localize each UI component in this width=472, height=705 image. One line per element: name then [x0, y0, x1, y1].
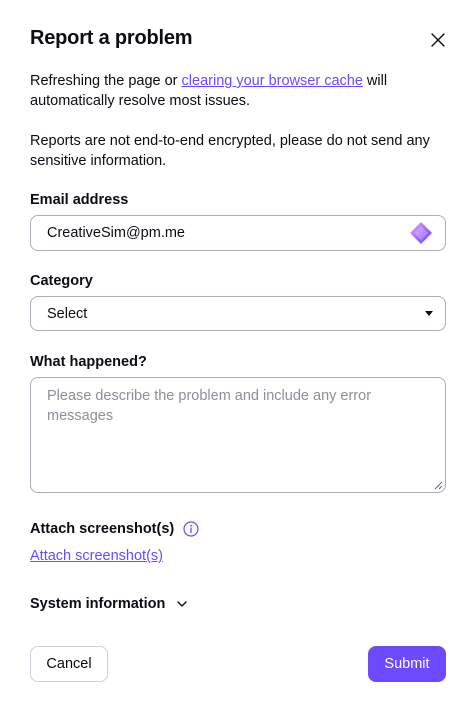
- category-select[interactable]: Select: [30, 296, 446, 331]
- email-value: CreativeSim@pm.me: [47, 225, 185, 241]
- attach-screenshots-link[interactable]: Attach screenshot(s): [30, 548, 163, 564]
- report-problem-dialog: Report a problem Refreshing the page or …: [0, 0, 472, 705]
- system-information-toggle[interactable]: System information: [30, 596, 189, 612]
- chevron-down-icon: [175, 597, 189, 611]
- system-information-label: System information: [30, 596, 166, 612]
- encryption-note: Reports are not end-to-end encrypted, pl…: [30, 133, 430, 169]
- submit-button[interactable]: Submit: [368, 646, 446, 682]
- attach-screenshots-label: Attach screenshot(s): [30, 521, 175, 537]
- clear-cache-link[interactable]: clearing your browser cache: [182, 73, 363, 89]
- category-label: Category: [30, 273, 93, 289]
- refresh-hint-text: Refreshing the page or: [30, 73, 182, 89]
- email-field[interactable]: CreativeSim@pm.me: [30, 215, 446, 251]
- close-icon: [431, 33, 445, 47]
- close-button[interactable]: [426, 28, 450, 52]
- caret-down-icon: [425, 311, 433, 316]
- description-placeholder: Please describe the problem and include …: [47, 388, 372, 424]
- resize-handle-icon[interactable]: [434, 481, 443, 490]
- email-label: Email address: [30, 192, 129, 208]
- description-textarea[interactable]: Please describe the problem and include …: [30, 377, 446, 493]
- category-selected-value: Select: [47, 305, 88, 322]
- info-icon[interactable]: [183, 521, 199, 537]
- description-label: What happened?: [30, 354, 147, 370]
- refresh-hint: Refreshing the page or clearing your bro…: [30, 71, 450, 111]
- proton-pass-icon[interactable]: [407, 219, 435, 247]
- cancel-button[interactable]: Cancel: [30, 646, 108, 682]
- dialog-title: Report a problem: [30, 27, 193, 49]
- attach-screenshots-header: Attach screenshot(s): [30, 521, 199, 537]
